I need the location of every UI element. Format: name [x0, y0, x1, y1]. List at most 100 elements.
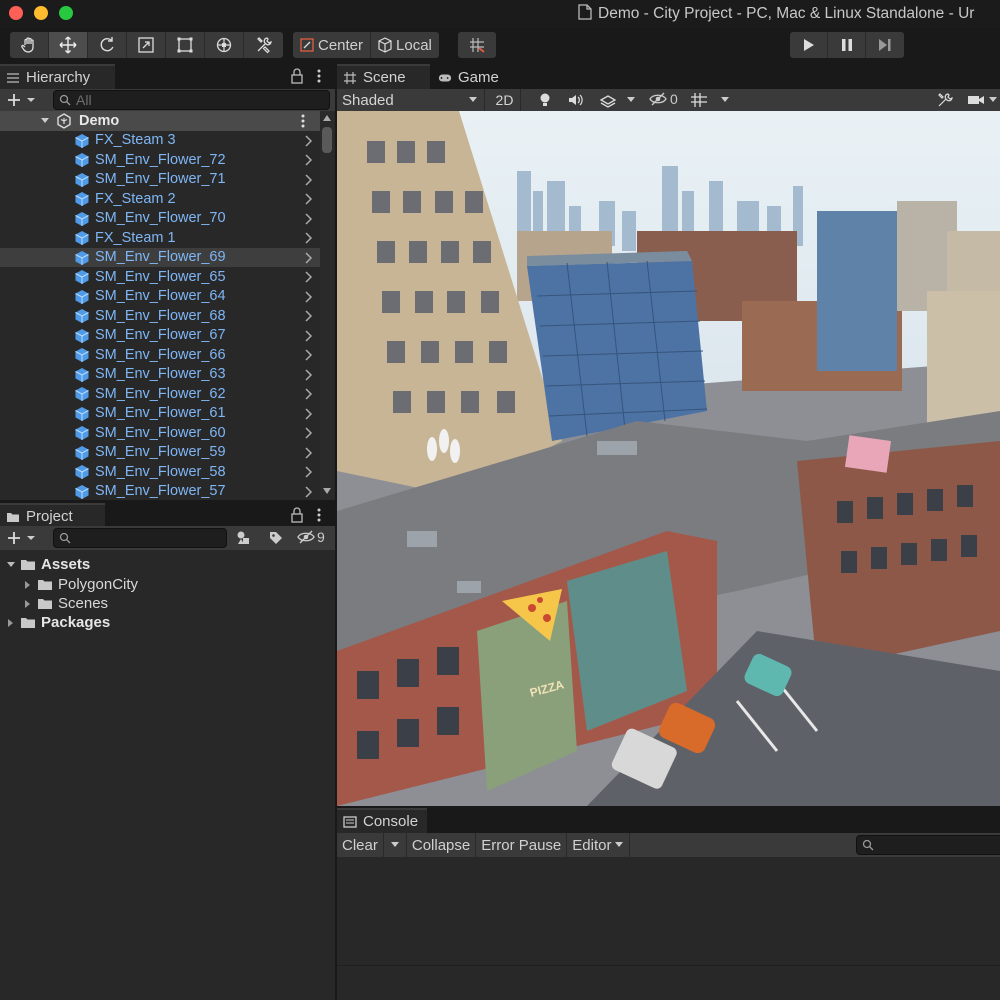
chevron-down-icon[interactable] — [988, 96, 998, 104]
chevron-right-icon[interactable] — [303, 388, 313, 400]
hierarchy-item[interactable]: SM_Env_Flower_59 — [0, 443, 322, 463]
chevron-right-icon[interactable] — [303, 271, 313, 283]
hierarchy-item[interactable]: SM_Env_Flower_67 — [0, 326, 322, 346]
more-options-icon[interactable] — [312, 68, 326, 84]
hierarchy-item[interactable]: SM_Env_Flower_71 — [0, 170, 322, 190]
chevron-right-icon[interactable] — [303, 446, 313, 459]
lock-icon[interactable] — [290, 507, 304, 523]
hierarchy-item[interactable]: SM_Env_Flower_60 — [0, 423, 322, 443]
hierarchy-item[interactable]: FX_Steam 1 — [0, 228, 322, 248]
hand-tool-button[interactable] — [10, 32, 49, 58]
chevron-right-icon[interactable] — [303, 193, 313, 205]
minimize-window-button[interactable] — [34, 6, 48, 20]
tab-console[interactable]: Console — [337, 808, 427, 833]
chevron-down-icon[interactable] — [626, 96, 636, 104]
hierarchy-item[interactable]: SM_Env_Flower_64 — [0, 287, 322, 307]
hierarchy-item[interactable]: SM_Env_Flower_66 — [0, 345, 322, 365]
scroll-up-icon[interactable] — [322, 114, 332, 122]
tree-item-scenes[interactable]: Scenes — [23, 594, 108, 613]
effects-icon[interactable] — [599, 92, 617, 108]
chevron-right-icon[interactable] — [303, 427, 313, 439]
clear-options-dropdown[interactable] — [384, 833, 407, 857]
custom-tool-button[interactable] — [244, 32, 283, 58]
hierarchy-scrollbar[interactable] — [320, 111, 334, 500]
hierarchy-item[interactable]: FX_Steam 3 — [0, 131, 322, 151]
clear-button[interactable]: Clear — [337, 833, 384, 857]
hierarchy-root-scene[interactable]: Demo — [0, 111, 322, 131]
hierarchy-item[interactable]: FX_Steam 2 — [0, 189, 322, 209]
step-button[interactable] — [866, 32, 904, 58]
tab-project[interactable]: Project — [0, 503, 105, 528]
hierarchy-item[interactable]: SM_Env_Flower_72 — [0, 150, 322, 170]
audio-icon[interactable] — [568, 93, 584, 107]
expand-arrow-icon[interactable] — [6, 560, 16, 570]
expand-arrow-icon[interactable] — [40, 116, 50, 126]
chevron-down-icon[interactable] — [720, 96, 730, 104]
city-scene-render[interactable]: PIZZA — [337, 111, 1000, 806]
collapse-toggle[interactable]: Collapse — [407, 833, 477, 857]
pause-button[interactable] — [828, 32, 866, 58]
chevron-right-icon[interactable] — [303, 212, 313, 225]
tree-item-assets[interactable]: Assets — [6, 555, 90, 574]
chevron-right-icon[interactable] — [303, 368, 313, 381]
create-dropdown-icon[interactable] — [7, 531, 37, 545]
shading-mode-dropdown[interactable]: Shaded — [337, 89, 485, 111]
hierarchy-search-input[interactable]: All — [53, 90, 330, 110]
transform-tool-button[interactable] — [205, 32, 244, 58]
hierarchy-scroll-thumb[interactable] — [322, 127, 332, 153]
hierarchy-item[interactable]: SM_Env_Flower_65 — [0, 267, 322, 287]
hierarchy-item[interactable]: SM_Env_Flower_70 — [0, 209, 322, 229]
camera-icon[interactable] — [967, 93, 985, 107]
chevron-right-icon[interactable] — [303, 232, 313, 244]
rotate-tool-button[interactable] — [88, 32, 127, 58]
move-tool-button[interactable] — [49, 32, 88, 58]
scroll-down-icon[interactable] — [322, 487, 332, 495]
chevron-right-icon[interactable] — [303, 310, 313, 322]
scale-tool-button[interactable] — [127, 32, 166, 58]
chevron-right-icon[interactable] — [303, 290, 313, 303]
chevron-right-icon[interactable] — [303, 154, 313, 166]
chevron-right-icon[interactable] — [303, 134, 313, 147]
hierarchy-item[interactable]: SM_Env_Flower_69 — [0, 247, 322, 267]
grid-snap-button[interactable] — [458, 32, 496, 58]
more-options-icon[interactable] — [312, 507, 326, 523]
scene-visibility-toggle[interactable]: 0 — [649, 91, 678, 107]
console-search-input[interactable] — [856, 835, 1000, 855]
chevron-right-icon[interactable] — [303, 407, 313, 420]
close-window-button[interactable] — [9, 6, 23, 20]
error-pause-toggle[interactable]: Error Pause — [476, 833, 568, 857]
tree-item-packages[interactable]: Packages — [6, 613, 110, 632]
lightbulb-icon[interactable] — [538, 92, 552, 108]
grid-icon[interactable] — [690, 92, 708, 108]
chevron-right-icon[interactable] — [303, 329, 313, 342]
tab-scene[interactable]: Scene — [337, 64, 430, 89]
zoom-window-button[interactable] — [59, 6, 73, 20]
hierarchy-item[interactable]: SM_Env_Flower_57 — [0, 482, 322, 502]
pivot-space-toggle[interactable]: Local — [371, 32, 439, 58]
collapsed-arrow-icon[interactable] — [6, 618, 16, 628]
editor-target-dropdown[interactable]: Editor — [567, 833, 631, 857]
hierarchy-item[interactable]: SM_Env_Flower_61 — [0, 404, 322, 424]
filter-by-type-icon[interactable] — [235, 530, 253, 546]
chevron-right-icon[interactable] — [303, 349, 313, 361]
chevron-right-icon[interactable] — [303, 251, 313, 264]
rect-tool-button[interactable] — [166, 32, 205, 58]
hidden-packages-toggle[interactable]: 9 — [297, 529, 325, 545]
gizmo-tools-icon[interactable] — [937, 92, 953, 108]
collapsed-arrow-icon[interactable] — [23, 599, 33, 609]
tab-game[interactable]: Game — [432, 64, 512, 89]
filter-by-label-icon[interactable] — [268, 530, 284, 546]
lock-icon[interactable] — [290, 68, 304, 84]
collapsed-arrow-icon[interactable] — [23, 580, 33, 590]
scene-menu-icon[interactable] — [298, 113, 308, 129]
tab-hierarchy[interactable]: Hierarchy — [0, 64, 115, 89]
2d-mode-toggle[interactable]: 2D — [489, 89, 521, 111]
scene-viewport[interactable]: PIZZA — [337, 111, 1000, 806]
hierarchy-item[interactable]: SM_Env_Flower_63 — [0, 365, 322, 385]
hierarchy-item[interactable]: SM_Env_Flower_68 — [0, 306, 322, 326]
add-dropdown-icon[interactable] — [7, 93, 37, 107]
pivot-mode-toggle[interactable]: Center — [293, 32, 372, 58]
chevron-right-icon[interactable] — [303, 466, 313, 478]
tree-item-polygoncity[interactable]: PolygonCity — [23, 575, 138, 594]
chevron-right-icon[interactable] — [303, 485, 313, 498]
